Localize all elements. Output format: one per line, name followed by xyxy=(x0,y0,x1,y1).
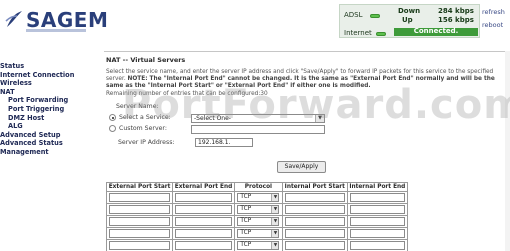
service-select-value: -Select One- xyxy=(194,115,231,122)
external-port-end-input[interactable] xyxy=(175,217,232,226)
up-value: 156 kbps xyxy=(438,16,474,24)
internal-port-start-input[interactable] xyxy=(284,205,345,214)
intro-note: NOTE: The "Internal Port End" cannot be … xyxy=(106,76,495,90)
intro-text: Select the service name, and enter the s… xyxy=(106,69,508,98)
internal-port-end-input[interactable] xyxy=(349,193,405,202)
header: SAGEM ADSL Down 284 kbps Up 156 kbps Int… xyxy=(0,0,510,44)
external-port-start-input[interactable] xyxy=(109,229,171,238)
sidebar-item-nat[interactable]: NAT xyxy=(0,88,102,97)
internal-port-start-input[interactable] xyxy=(284,229,345,238)
sidebar-item-internet-connection[interactable]: Internet Connection xyxy=(0,71,102,80)
connected-status-bar: Connected. xyxy=(394,27,478,36)
sidebar-item-advanced-setup[interactable]: Advanced Setup xyxy=(0,131,102,140)
adsl-led-icon xyxy=(370,14,380,18)
protocol-select-value: TCP xyxy=(240,194,252,200)
col-internal-port-end: Internal Port End xyxy=(346,182,409,192)
sagem-logo: SAGEM xyxy=(4,8,108,34)
adsl-label: ADSL xyxy=(344,11,363,19)
protocol-select-value: TCP xyxy=(240,218,252,224)
sidebar-item-dmz-host[interactable]: DMZ Host xyxy=(0,114,102,123)
internet-led-icon xyxy=(376,32,386,36)
page-title: NAT -- Virtual Servers xyxy=(106,56,186,64)
external-port-end-input[interactable] xyxy=(175,229,232,238)
protocol-select[interactable]: TCP ▼ xyxy=(237,241,280,250)
reboot-link[interactable]: reboot xyxy=(482,21,510,29)
internal-port-start-input[interactable] xyxy=(284,193,345,202)
server-name-label: Server Name: xyxy=(116,103,159,110)
table-row: TCP ▼ xyxy=(105,203,409,216)
service-select[interactable]: -Select One- ▼ xyxy=(191,114,325,123)
protocol-select[interactable]: TCP ▼ xyxy=(237,217,280,226)
external-port-start-input[interactable] xyxy=(109,241,171,250)
protocol-select-value: TCP xyxy=(240,206,252,212)
protocol-select-value: TCP xyxy=(240,230,252,236)
protocol-select[interactable]: TCP ▼ xyxy=(237,193,280,202)
sidebar-item-port-triggering[interactable]: Port Triggering xyxy=(0,105,102,114)
external-port-end-input[interactable] xyxy=(175,193,232,202)
sidebar-item-management[interactable]: Management xyxy=(0,148,102,157)
server-ip-input[interactable]: 192.168.1. xyxy=(195,138,253,147)
down-label: Down xyxy=(398,7,421,15)
select-service-label: Select a Service: xyxy=(119,114,171,121)
protocol-select-value: TCP xyxy=(240,242,252,248)
chevron-down-icon: ▼ xyxy=(271,206,279,213)
chevron-down-icon: ▼ xyxy=(271,218,279,225)
table-header-row: External Port Start External Port End Pr… xyxy=(105,182,409,192)
port-forward-table: External Port Start External Port End Pr… xyxy=(105,182,409,251)
router-admin-page: SAGEM ADSL Down 284 kbps Up 156 kbps Int… xyxy=(0,0,510,251)
custom-server-label: Custom Server: xyxy=(119,125,167,132)
sidebar-item-alg[interactable]: ALG xyxy=(0,122,102,131)
internet-label: Internet xyxy=(344,29,372,37)
table-row: TCP ▼ xyxy=(105,239,409,251)
select-service-radio[interactable] xyxy=(109,114,116,121)
external-port-end-input[interactable] xyxy=(175,205,232,214)
table-row: TCP ▼ xyxy=(105,191,409,204)
chevron-down-icon: ▼ xyxy=(315,115,324,122)
sagem-mark-icon xyxy=(5,11,22,27)
internal-port-start-input[interactable] xyxy=(284,241,345,250)
scrollbar[interactable] xyxy=(505,51,510,251)
external-port-start-input[interactable] xyxy=(109,193,171,202)
up-label: Up xyxy=(402,16,413,24)
internal-port-end-input[interactable] xyxy=(349,205,405,214)
sidebar-item-advanced-status[interactable]: Advanced Status xyxy=(0,139,102,148)
internal-port-end-input[interactable] xyxy=(349,229,405,238)
remaining-entries-text: Remaining number of entries that can be … xyxy=(106,90,268,97)
refresh-link[interactable]: refresh xyxy=(482,8,510,16)
external-port-start-input[interactable] xyxy=(109,205,171,214)
utility-links: refresh reboot xyxy=(482,8,510,34)
protocol-select[interactable]: TCP ▼ xyxy=(237,229,280,238)
connected-text: Connected. xyxy=(413,27,459,35)
col-external-port-end: External Port End xyxy=(172,182,235,192)
internal-port-end-input[interactable] xyxy=(349,241,405,250)
sidebar-item-status[interactable]: Status xyxy=(0,62,102,71)
internal-port-end-input[interactable] xyxy=(349,217,405,226)
custom-server-input[interactable] xyxy=(191,125,325,134)
server-ip-label: Server IP Address: xyxy=(118,139,175,146)
main-content: NAT -- Virtual Servers Select the servic… xyxy=(104,51,510,251)
sidebar-item-wireless[interactable]: Wireless xyxy=(0,79,102,88)
col-external-port-start: External Port Start xyxy=(105,182,174,192)
custom-server-radio[interactable] xyxy=(109,125,116,132)
internal-port-start-input[interactable] xyxy=(284,217,345,226)
sidebar-item-port-forwarding[interactable]: Port Forwarding xyxy=(0,96,102,105)
protocol-select[interactable]: TCP ▼ xyxy=(237,205,280,214)
chevron-down-icon: ▼ xyxy=(271,242,279,249)
logo-underline xyxy=(26,29,86,32)
sidebar-nav: Status Internet Connection Wireless NAT … xyxy=(0,62,102,251)
down-value: 284 kbps xyxy=(438,7,474,15)
table-row: TCP ▼ xyxy=(105,227,409,240)
external-port-start-input[interactable] xyxy=(109,217,171,226)
table-row: TCP ▼ xyxy=(105,215,409,228)
chevron-down-icon: ▼ xyxy=(271,194,279,201)
external-port-end-input[interactable] xyxy=(175,241,232,250)
col-protocol: Protocol xyxy=(233,182,283,192)
save-apply-button[interactable]: Save/Apply xyxy=(277,161,326,173)
chevron-down-icon: ▼ xyxy=(271,230,279,237)
col-internal-port-start: Internal Port Start xyxy=(281,182,348,192)
